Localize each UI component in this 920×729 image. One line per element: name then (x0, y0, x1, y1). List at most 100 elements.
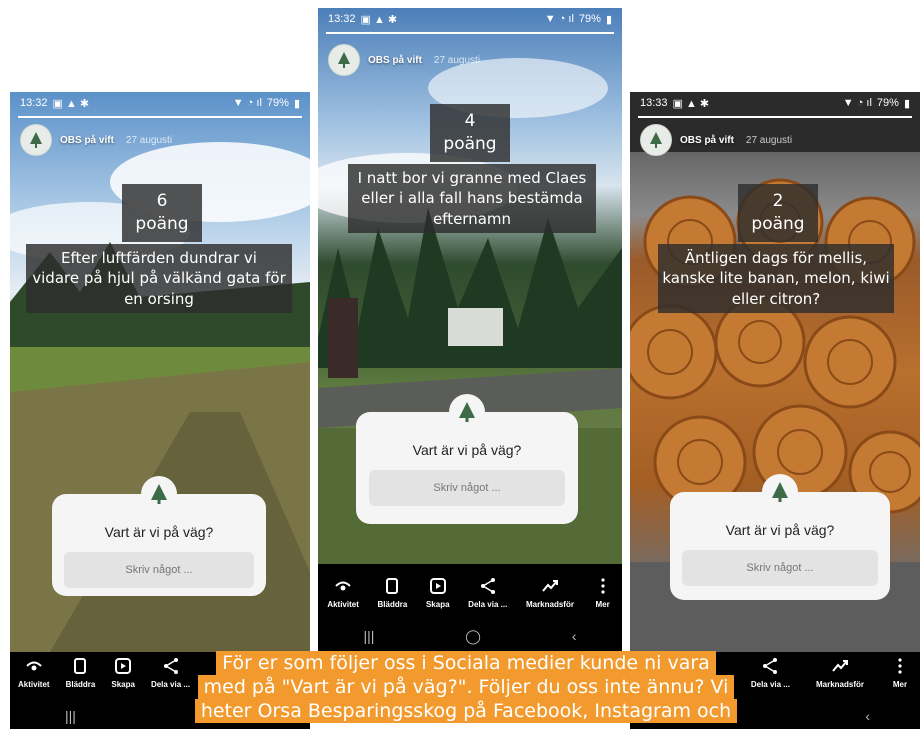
create-button[interactable]: Skapa (111, 656, 135, 706)
clue-line: eller i alla fall hans bestämda (361, 189, 583, 208)
account-name[interactable]: OBS på vift (680, 135, 734, 146)
action-label: Bläddra (65, 680, 96, 689)
question-title: Vart är vi på väg? (412, 442, 522, 458)
clue-text: Äntligen dags för mellis, kanske lite ba… (658, 244, 894, 313)
promote-button[interactable]: Marknadsför (816, 656, 864, 706)
answer-placeholder: Skriv något ... (746, 562, 814, 574)
action-label: Mer (892, 680, 908, 689)
question-sticker[interactable]: Vart är vi på väg? Skriv något ... (356, 394, 578, 524)
question-sticker-icon (449, 394, 485, 430)
activity-icon (26, 661, 42, 671)
browse-icon (74, 658, 87, 674)
activity-icon (335, 581, 351, 591)
battery-level: 79% (876, 97, 899, 109)
clock: 13:33 (640, 97, 668, 109)
clue-line: kanske lite banan, melon, kiwi (662, 269, 890, 288)
clue-line: eller citron? (731, 289, 821, 308)
points-text: 6 poäng (135, 191, 189, 234)
signal-icon: ▼ ◔ ıl (232, 97, 262, 109)
question-sticker-icon (762, 474, 798, 510)
notification-icons: ▣ ▲ ✱ (360, 13, 398, 26)
back-icon[interactable]: ‹ (572, 628, 577, 644)
clue-text: Efter luftfärden dundrar vi vidare på hj… (26, 244, 292, 313)
battery-level: 79% (578, 13, 601, 25)
caption-line: med på "Vart är vi på väg?". Följer du o… (197, 675, 735, 699)
browse-icon (386, 578, 399, 594)
post-date: 27 augusti (745, 134, 793, 146)
caption-line: För er som följer oss i Sociala medier k… (216, 651, 716, 675)
post-date: 27 augusti (125, 134, 173, 146)
tree-logo-icon (772, 482, 788, 502)
clock: 13:32 (20, 97, 48, 109)
clock: 13:32 (328, 13, 356, 25)
story-header[interactable]: OBS på vift 27 augusti (20, 124, 172, 156)
status-bar: 13:33 ▣ ▲ ✱ ▼ ◔ ıl 79% ▮ (630, 92, 920, 114)
home-icon[interactable]: ◯ (465, 628, 481, 645)
action-label: Aktivitet (327, 600, 359, 609)
answer-placeholder: Skriv något ... (125, 564, 193, 576)
action-label: Mer (595, 600, 610, 609)
trend-icon (542, 580, 558, 592)
browse-button[interactable]: Bläddra (65, 656, 96, 706)
back-icon[interactable]: ‹ (865, 708, 870, 724)
profile-avatar[interactable] (20, 124, 52, 156)
action-label: Skapa (425, 600, 450, 609)
action-label: Marknadsför (815, 680, 864, 689)
android-nav-bar: ||| ◯ ‹ (318, 620, 622, 652)
story-progress (638, 116, 912, 118)
question-title: Vart är vi på väg? (104, 524, 214, 540)
caption-line: heter Orsa Besparingsskog på Facebook, I… (194, 699, 738, 723)
tree-logo-icon (30, 132, 42, 148)
question-sticker[interactable]: Vart är vi på väg? Skriv något ... (670, 474, 890, 600)
story-header[interactable]: OBS på vift 27 augusti (328, 44, 480, 76)
battery-icon: ▮ (293, 97, 300, 110)
question-sticker[interactable]: Vart är vi på väg? Skriv något ... (52, 476, 266, 596)
clue-text: I natt bor vi granne med Claes eller i a… (348, 164, 596, 233)
answer-input[interactable]: Skriv något ... (682, 550, 878, 586)
action-label: Skapa (111, 680, 135, 689)
points-text: 2 poäng (751, 191, 805, 234)
status-bar: 13:32 ▣ ▲ ✱ ▼ ◔ ıl 79% ▮ (318, 8, 622, 30)
profile-avatar[interactable] (328, 44, 360, 76)
recent-apps-icon[interactable]: ||| (363, 628, 374, 644)
battery-icon: ▮ (605, 13, 612, 26)
clue-line: Äntligen dags för mellis, (684, 249, 868, 267)
battery-level: 79% (266, 97, 289, 109)
story-header[interactable]: OBS på vift 27 augusti (640, 124, 792, 156)
share-icon (480, 578, 495, 594)
more-vertical-icon (898, 658, 902, 674)
more-button[interactable]: Mer (890, 656, 910, 706)
tree-logo-icon (151, 484, 167, 504)
story-left: 13:32 ▣ ▲ ✱ ▼ ◔ ıl 79% ▮ OBS på vift 27 aug… (10, 92, 310, 652)
story-progress (18, 116, 302, 118)
action-label: Bläddra (377, 600, 408, 609)
clue-line: vidare på hjul på välkänd gata för (32, 269, 286, 288)
question-title: Vart är vi på väg? (725, 522, 835, 538)
create-icon (115, 658, 132, 674)
story-progress (326, 32, 614, 34)
activity-button[interactable]: Aktivitet (18, 656, 50, 706)
points-label: 2 poäng (738, 184, 818, 242)
phone-middle: 13:32 ▣ ▲ ✱ ▼ ◔ ıl 79% ▮ OBS på vift 27 aug… (318, 8, 622, 652)
action-label: Aktivitet (18, 680, 50, 689)
tree-logo-icon (338, 52, 350, 68)
caption-banner: För er som följer oss i Sociala medier k… (152, 651, 780, 723)
question-sticker-icon (141, 476, 177, 512)
account-name[interactable]: OBS på vift (60, 135, 114, 146)
points-text: 4 poäng (443, 111, 497, 154)
signal-icon: ▼ ◔ ıl (842, 97, 872, 109)
story-right: 13:33 ▣ ▲ ✱ ▼ ◔ ıl 79% ▮ OBS på vift 27 aug… (630, 92, 920, 652)
clue-line: Efter luftfärden dundrar vi (61, 249, 257, 267)
answer-input[interactable]: Skriv något ... (64, 552, 254, 588)
notification-icons: ▣ ▲ ✱ (52, 97, 90, 110)
answer-input[interactable]: Skriv något ... (369, 470, 565, 506)
post-date: 27 augusti (433, 54, 481, 66)
create-icon (429, 578, 446, 594)
answer-placeholder: Skriv något ... (433, 482, 501, 494)
signal-icon: ▼ ◔ ıl (544, 13, 574, 25)
action-label: Marknadsför (525, 600, 574, 609)
profile-avatar[interactable] (640, 124, 672, 156)
account-name[interactable]: OBS på vift (368, 55, 422, 66)
recent-apps-icon[interactable]: ||| (65, 708, 76, 724)
trend-icon (832, 660, 848, 672)
